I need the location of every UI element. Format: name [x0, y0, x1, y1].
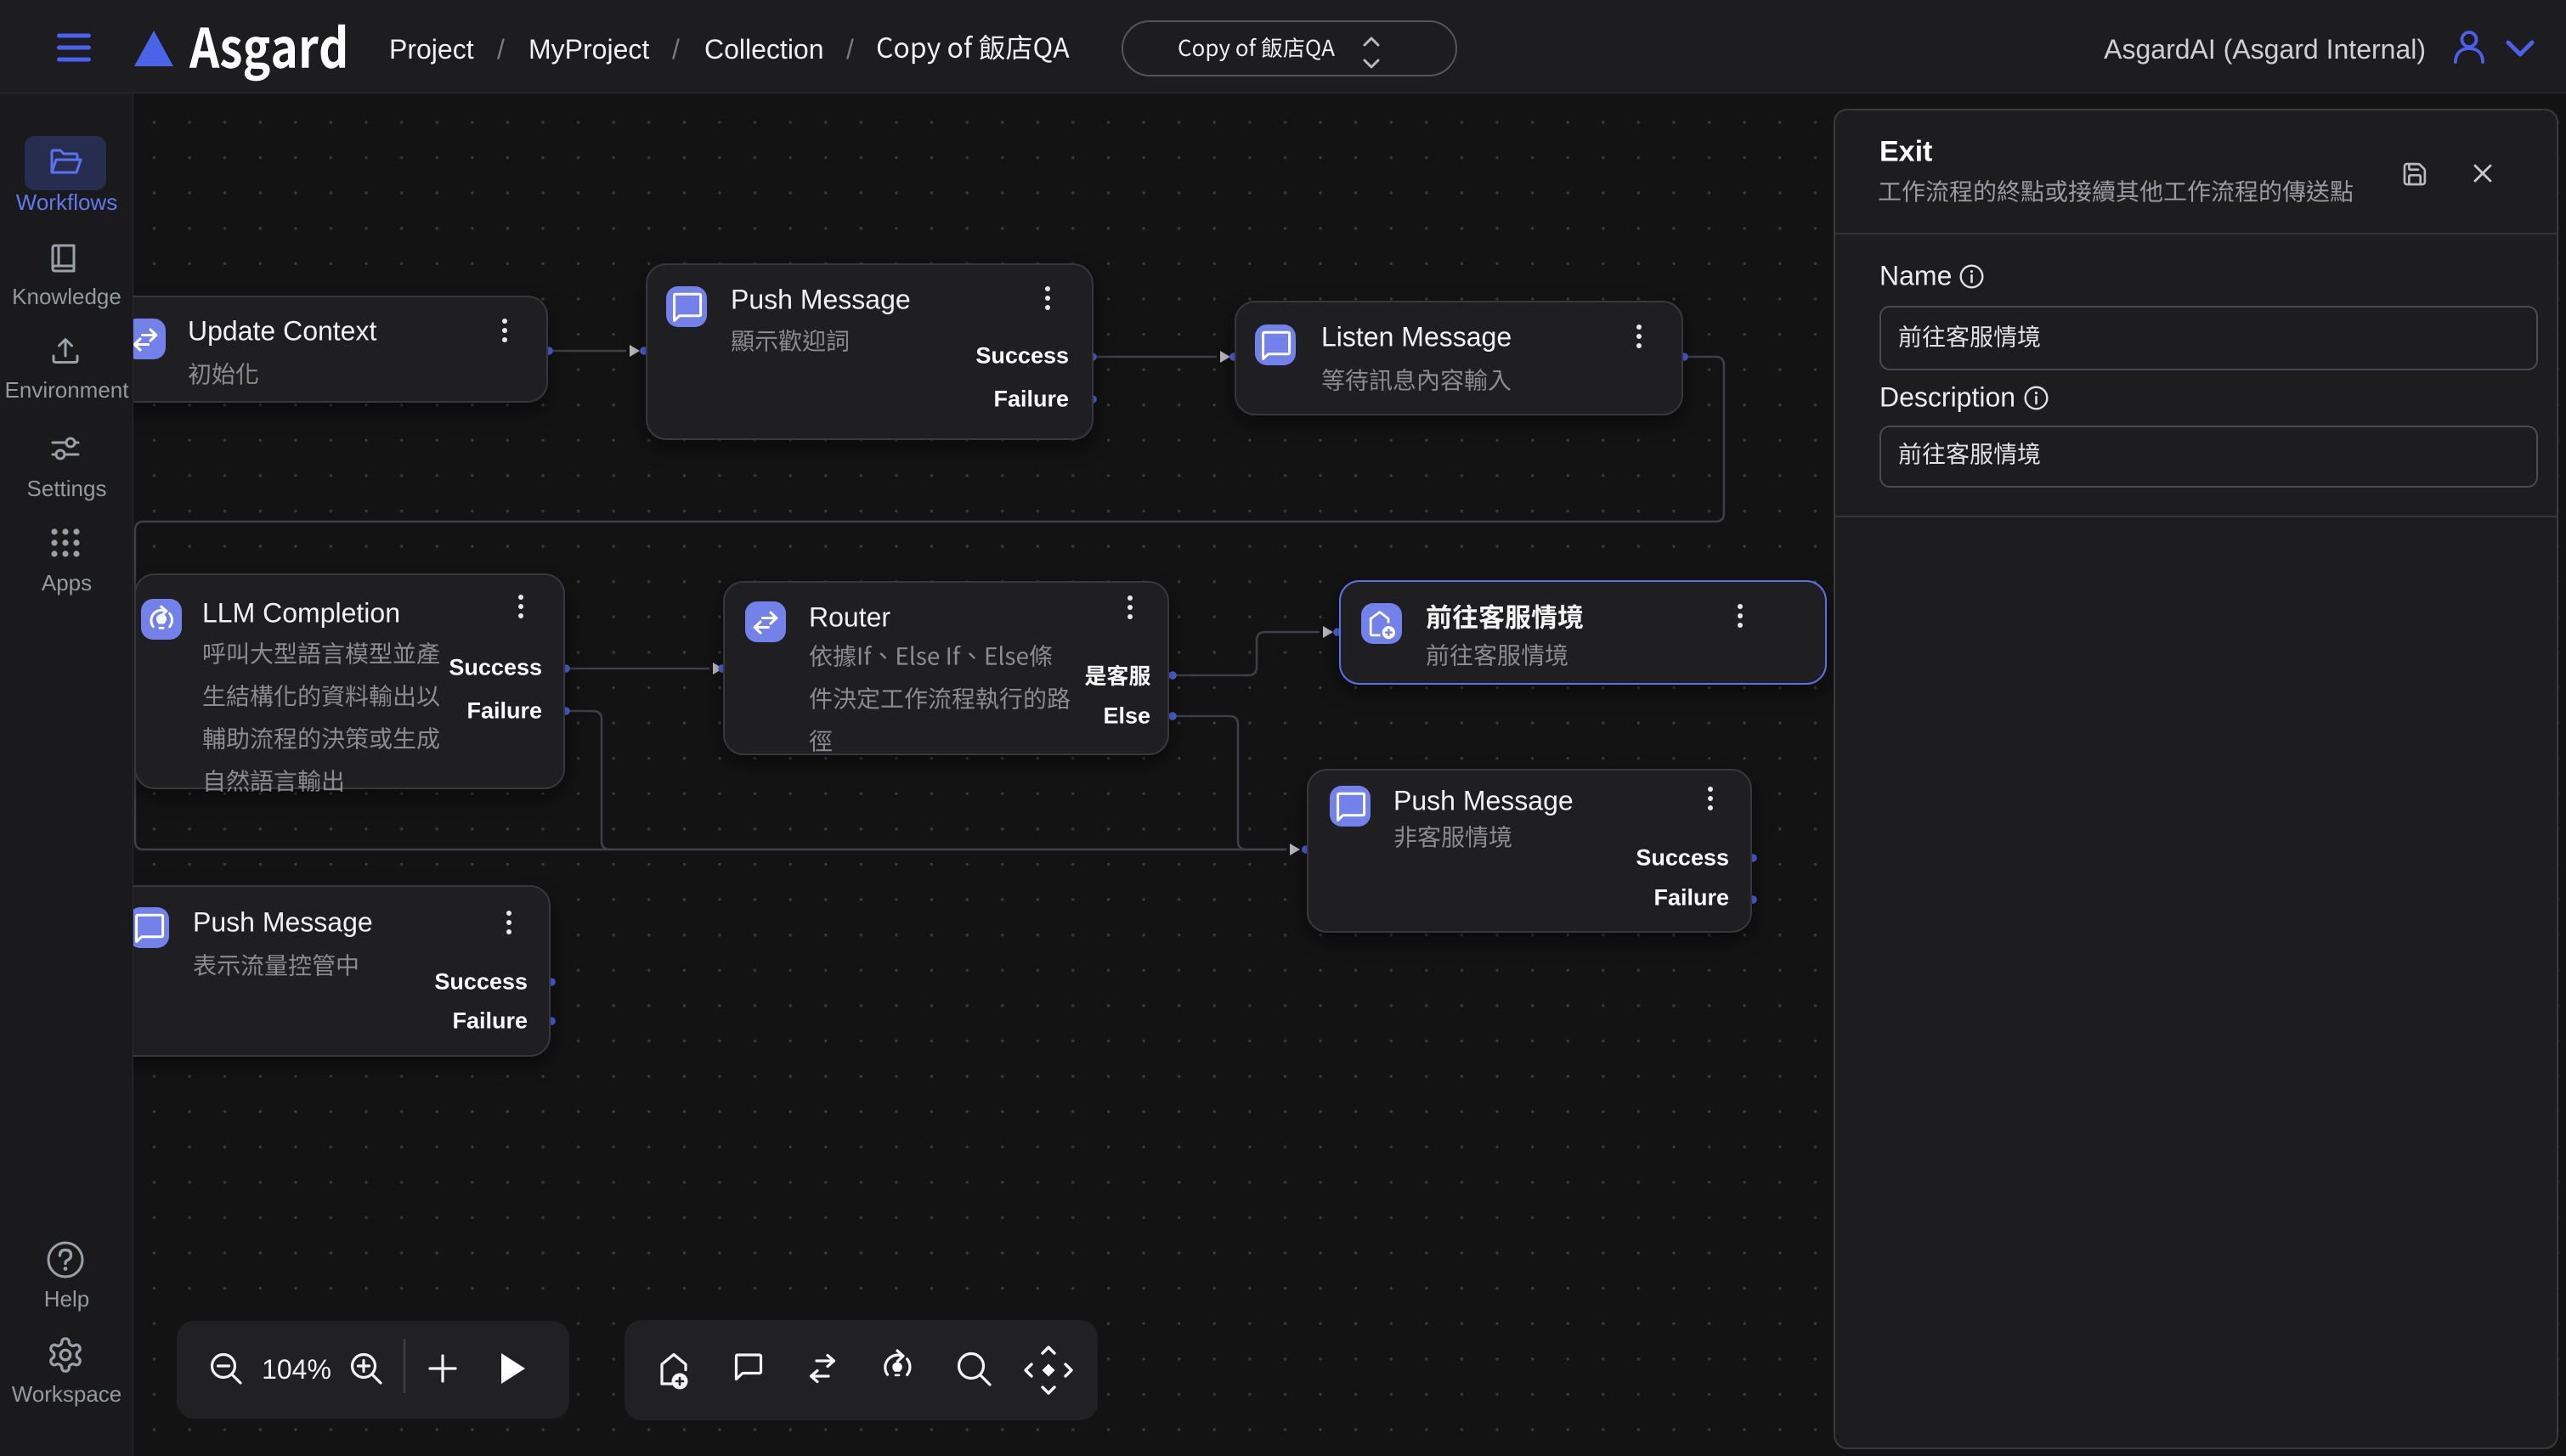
svg-text:104%: 104% [262, 1354, 331, 1385]
